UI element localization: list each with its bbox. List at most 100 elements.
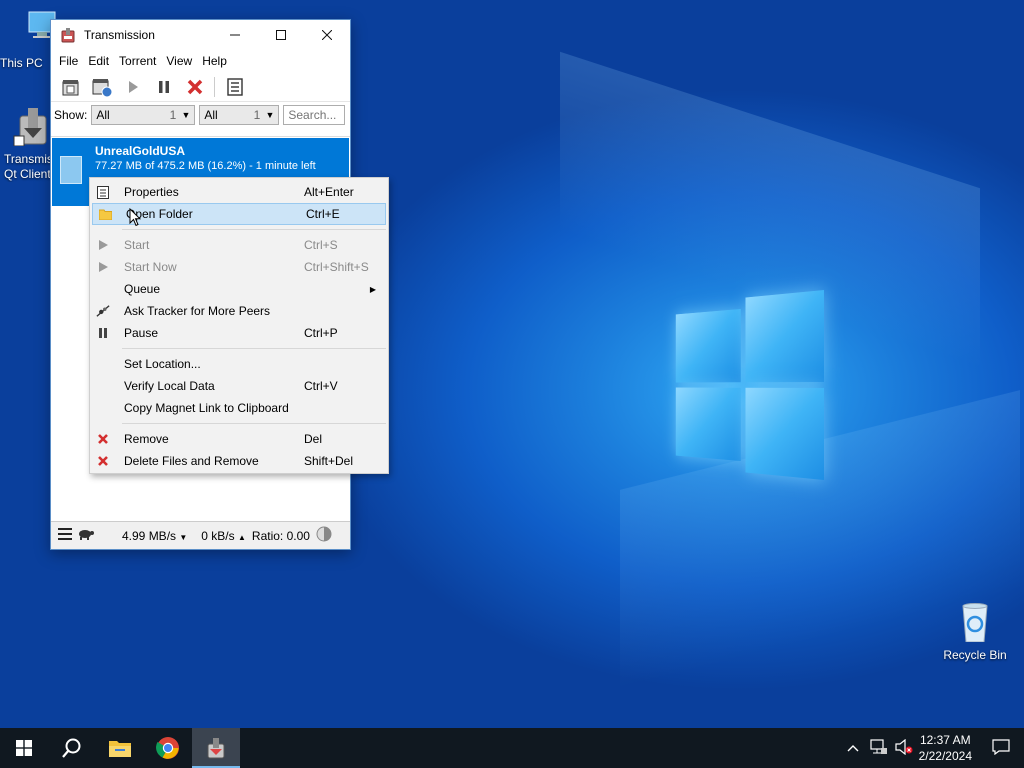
menu-item-label: Start Now bbox=[124, 260, 177, 274]
menu-item-label: Pause bbox=[124, 326, 159, 340]
menu-separator bbox=[122, 348, 386, 349]
file-icon bbox=[60, 156, 82, 184]
tracker-filter-combo[interactable]: All 1 ▼ bbox=[199, 105, 280, 125]
menu-edit[interactable]: Edit bbox=[83, 54, 114, 68]
menu-item-set-location[interactable]: Set Location... bbox=[90, 353, 388, 375]
maximize-icon bbox=[276, 30, 286, 40]
pause-icon bbox=[158, 80, 169, 93]
turtle-icon[interactable] bbox=[78, 528, 94, 543]
torrent-name: UnrealGoldUSA bbox=[95, 144, 186, 158]
play-icon bbox=[128, 80, 138, 93]
clock[interactable]: 12:37 AM 2/22/2024 bbox=[919, 732, 972, 764]
toolbar bbox=[51, 72, 350, 102]
pause-icon bbox=[96, 326, 110, 340]
activity-filter-combo[interactable]: All 1 ▼ bbox=[91, 105, 196, 125]
properties-icon bbox=[96, 185, 110, 199]
open-url-button[interactable] bbox=[86, 74, 117, 100]
menu-item-shortcut: Del bbox=[304, 432, 323, 446]
remove-button[interactable] bbox=[179, 74, 210, 100]
desktop-icon-label: Recycle Bin bbox=[943, 648, 1007, 662]
menu-hamburger-icon[interactable] bbox=[58, 528, 72, 543]
upload-speed[interactable]: 0 kB/s ▲ bbox=[201, 529, 246, 543]
menu-item-ask-tracker[interactable]: Ask Tracker for More Peers bbox=[90, 300, 388, 322]
menu-item-delete-files-and-remove[interactable]: Delete Files and Remove Shift+Del bbox=[90, 450, 388, 472]
minimize-button[interactable] bbox=[212, 20, 258, 50]
menu-item-shortcut: Ctrl+E bbox=[306, 207, 340, 221]
menu-item-open-folder[interactable]: Open Folder Ctrl+E bbox=[92, 203, 386, 227]
menu-item-shortcut: Ctrl+V bbox=[304, 379, 338, 393]
volume-muted-icon[interactable] bbox=[895, 738, 913, 758]
recycle-bin-icon bbox=[962, 603, 988, 643]
upload-speed-value: 0 kB/s bbox=[201, 528, 235, 543]
chevron-down-icon: ▼ bbox=[265, 110, 275, 120]
clock-date: 2/22/2024 bbox=[918, 749, 972, 763]
close-icon bbox=[322, 30, 332, 40]
start-button[interactable] bbox=[0, 728, 48, 768]
clock-time: 12:37 AM bbox=[919, 733, 971, 747]
menu-item-label: Properties bbox=[124, 185, 179, 199]
maximize-button[interactable] bbox=[258, 20, 304, 50]
menu-item-copy-magnet-link[interactable]: Copy Magnet Link to Clipboard bbox=[90, 397, 388, 419]
search-input[interactable] bbox=[283, 105, 346, 125]
taskbar-transmission[interactable] bbox=[192, 728, 240, 768]
network-icon[interactable] bbox=[869, 738, 887, 758]
transmission-icon bbox=[13, 108, 47, 147]
menu-item-label: Queue bbox=[124, 282, 161, 296]
torrent-progress-text: 77.27 MB of 475.2 MB (16.2%) - 1 minute … bbox=[95, 160, 316, 172]
menu-bar: File Edit Torrent View Help bbox=[51, 50, 350, 72]
menu-item-label: Verify Local Data bbox=[124, 379, 215, 393]
properties-button[interactable] bbox=[219, 74, 250, 100]
start-button[interactable] bbox=[117, 74, 148, 100]
windows-start-icon bbox=[16, 740, 32, 756]
menu-item-shortcut: Alt+Enter bbox=[304, 185, 354, 199]
desktop-icon-label: This PC bbox=[0, 56, 43, 70]
ratio-mode-icon[interactable] bbox=[316, 526, 332, 545]
open-torrent-button[interactable] bbox=[55, 74, 86, 100]
notification-center-icon[interactable] bbox=[992, 738, 1010, 758]
show-label: Show: bbox=[54, 108, 88, 122]
menu-item-properties[interactable]: Properties Alt+Enter bbox=[90, 181, 388, 203]
transmission-icon bbox=[207, 738, 225, 759]
menu-item-shortcut: Ctrl+P bbox=[304, 326, 338, 340]
up-arrow-icon: ▲ bbox=[238, 532, 246, 542]
taskbar-search-button[interactable] bbox=[48, 728, 96, 768]
menu-item-remove[interactable]: Remove Del bbox=[90, 428, 388, 450]
menu-help[interactable]: Help bbox=[197, 54, 232, 68]
folder-icon bbox=[98, 207, 112, 221]
menu-item-shortcut: Shift+Del bbox=[304, 454, 354, 468]
down-arrow-icon: ▼ bbox=[179, 532, 188, 542]
menu-item-pause[interactable]: Pause Ctrl+P bbox=[90, 322, 388, 344]
mouse-cursor-icon bbox=[129, 208, 141, 227]
menu-item-label: Delete Files and Remove bbox=[124, 454, 259, 468]
menu-item-label: Start bbox=[124, 238, 150, 252]
menu-item-start-now[interactable]: Start Now Ctrl+Shift+S bbox=[90, 256, 388, 278]
context-menu: Properties Alt+Enter Open Folder Ctrl+E … bbox=[89, 177, 389, 474]
taskbar-file-explorer[interactable] bbox=[96, 728, 144, 768]
desktop-icon-transmission[interactable]: Transmission Qt Client bbox=[0, 106, 54, 182]
menu-item-queue[interactable]: Queue ▶ bbox=[90, 278, 388, 300]
title-bar[interactable]: Transmission bbox=[51, 20, 350, 50]
menu-item-verify-local-data[interactable]: Verify Local Data Ctrl+V bbox=[90, 375, 388, 397]
open-url-icon bbox=[92, 78, 112, 97]
menu-file[interactable]: File bbox=[54, 54, 83, 68]
properties-icon bbox=[226, 77, 243, 96]
menu-view[interactable]: View bbox=[161, 54, 197, 68]
activity-filter-value: All bbox=[96, 108, 110, 122]
desktop-icon-recycle-bin[interactable]: Recycle Bin bbox=[938, 602, 1012, 662]
ratio-text[interactable]: Ratio: 0.00 bbox=[252, 529, 310, 543]
menu-torrent[interactable]: Torrent bbox=[114, 54, 161, 68]
minimize-icon bbox=[230, 34, 240, 36]
pause-button[interactable] bbox=[148, 74, 179, 100]
status-bar: 4.99 MB/s ▼ 0 kB/s ▲ Ratio: 0.00 bbox=[51, 521, 350, 549]
close-button[interactable] bbox=[304, 20, 350, 50]
transmission-app-icon bbox=[61, 28, 75, 43]
taskbar-chrome[interactable] bbox=[144, 728, 192, 768]
chrome-icon bbox=[156, 737, 179, 759]
download-speed[interactable]: 4.99 MB/s ▼ bbox=[122, 529, 187, 543]
remove-x-icon bbox=[187, 79, 202, 94]
show-hidden-icons-icon[interactable] bbox=[847, 741, 859, 755]
menu-item-start[interactable]: Start Ctrl+S bbox=[90, 234, 388, 256]
activity-filter-count: 1 bbox=[169, 108, 177, 122]
remove-x-icon bbox=[96, 432, 110, 446]
submenu-arrow-icon: ▶ bbox=[369, 284, 376, 294]
